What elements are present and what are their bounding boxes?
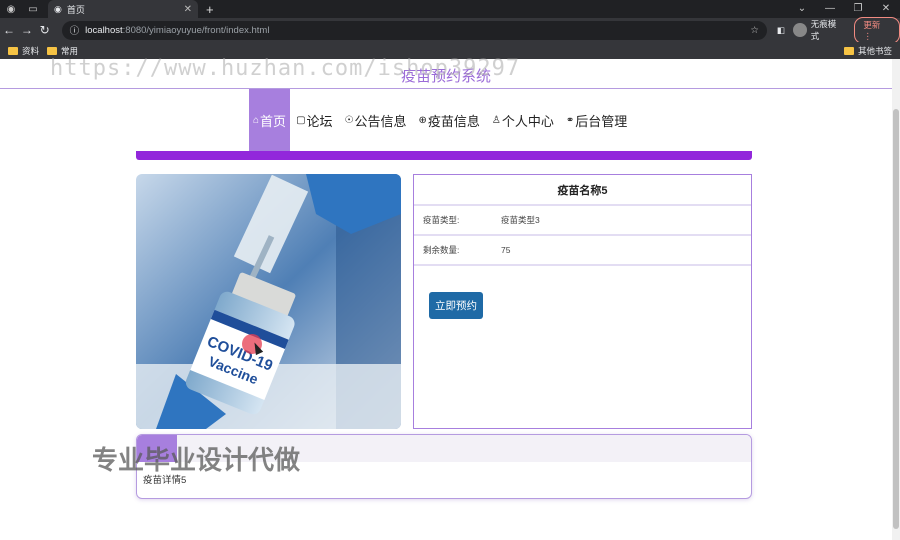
vaccine-icon: ⊕ <box>418 114 427 126</box>
side-panel-icon[interactable]: ◧ <box>777 25 785 36</box>
nav-home[interactable]: ⌂ 首页 <box>249 89 291 151</box>
tab-title: 首页 <box>66 4 85 15</box>
browser-globe-icon[interactable]: ◉ <box>0 0 22 18</box>
tab-favicon-icon: ◉ <box>54 3 62 14</box>
other-bookmarks[interactable]: 其他书签 <box>843 45 892 57</box>
browser-tab-bar: ◉ ▭ ◉ 首页 ✕ + ⌄ — ❐ ✕ <box>0 0 900 18</box>
home-icon: ⌂ <box>253 114 260 126</box>
nav-label: 疫苗信息 <box>427 113 480 129</box>
remaining-count-label: 剩余数量: <box>423 245 460 255</box>
nav-forum[interactable]: ▢ 论坛 <box>290 89 338 151</box>
folder-icon <box>843 46 854 55</box>
close-window-icon[interactable]: ✕ <box>872 0 900 18</box>
incognito-avatar[interactable] <box>792 23 807 37</box>
bookmark-folder-1[interactable]: 资料 <box>8 45 39 57</box>
forward-icon[interactable]: → <box>18 23 36 37</box>
url-field[interactable]: ⓘ localhost :8080/yimiaoyuyue/front/inde… <box>61 20 767 40</box>
user-icon: ♙ <box>491 114 501 126</box>
url-path: :8080/yimiaoyuyue/front/index.html <box>122 24 270 36</box>
folder-icon <box>47 46 58 55</box>
update-button[interactable]: 更新 ⋮ <box>854 16 900 44</box>
vaccine-type-label: 疫苗类型: <box>423 215 460 225</box>
vaccine-type-row: 疫苗类型: 疫苗类型3 <box>414 206 751 236</box>
url-host: localhost <box>85 24 123 36</box>
nav-label: 公告信息 <box>354 113 407 129</box>
nav-label: 首页 <box>260 113 287 129</box>
page-scrollbar[interactable] <box>892 59 900 540</box>
back-icon[interactable]: ← <box>0 23 18 37</box>
forum-icon: ▢ <box>296 114 306 126</box>
announcement-icon: ☉ <box>344 114 354 126</box>
bookmark-star-icon[interactable]: ☆ <box>750 25 759 36</box>
nav-label: 后台管理 <box>575 113 628 129</box>
bookmark-label: 资料 <box>22 45 40 56</box>
minimize-icon[interactable]: — <box>816 0 844 18</box>
site-info-icon[interactable]: ⓘ <box>70 23 80 37</box>
browser-tab[interactable]: ◉ 首页 ✕ <box>48 0 198 18</box>
vaccine-type-value: 疫苗类型3 <box>501 215 540 225</box>
nav-admin[interactable]: ⚭ 后台管理 <box>560 89 633 151</box>
vaccine-product-image: COVID-19 Vaccine <box>136 174 401 429</box>
reload-icon[interactable]: ↻ <box>36 23 54 37</box>
new-tab-button[interactable]: + <box>206 2 214 17</box>
nav-vaccine-info[interactable]: ⊕ 疫苗信息 <box>413 89 486 151</box>
restore-icon[interactable]: ❐ <box>844 0 872 18</box>
remaining-count-row: 剩余数量: 75 <box>414 236 751 266</box>
scrollbar-thumb[interactable] <box>893 109 899 529</box>
other-bookmarks-label: 其他书签 <box>857 45 892 56</box>
watermark-ad: 专业毕业设计代做 <box>92 445 301 475</box>
update-label: 更新 <box>863 19 881 30</box>
book-now-button[interactable]: 立即预约 <box>429 292 483 319</box>
main-nav: ⌂ 首页 ▢ 论坛 ☉ 公告信息 ⊕ 疫苗信息 ♙ 个人中心 ⚭ 后台管理 <box>249 89 633 151</box>
watermark-url: https://www.huzhan.com/ishop39297 <box>50 56 521 81</box>
nav-personal-center[interactable]: ♙ 个人中心 <box>486 89 560 151</box>
bookmark-folder-2[interactable]: 常用 <box>47 45 78 57</box>
address-bar-row: ← → ↻ ⓘ localhost :8080/yimiaoyuyue/fron… <box>0 16 900 44</box>
window-controls: ⌄ — ❐ ✕ <box>788 0 900 18</box>
link-icon: ⚭ <box>565 114 575 126</box>
tab-group-icon[interactable]: ▭ <box>22 0 44 18</box>
vaccine-name: 疫苗名称5 <box>414 175 751 206</box>
nav-label: 论坛 <box>306 113 333 129</box>
banner-bar <box>136 151 752 160</box>
tab-close-icon[interactable]: ✕ <box>184 4 192 15</box>
vaccine-info-panel: 疫苗名称5 疫苗类型: 疫苗类型3 剩余数量: 75 立即预约 <box>413 174 752 429</box>
folder-icon <box>8 46 18 55</box>
profile-label[interactable]: 无痕模式 <box>811 18 845 42</box>
remaining-count-value: 75 <box>501 245 511 255</box>
tab-search-icon[interactable]: ⌄ <box>788 0 816 18</box>
nav-announcements[interactable]: ☉ 公告信息 <box>339 89 413 151</box>
nav-label: 个人中心 <box>501 113 554 129</box>
bookmark-label: 常用 <box>61 45 79 56</box>
